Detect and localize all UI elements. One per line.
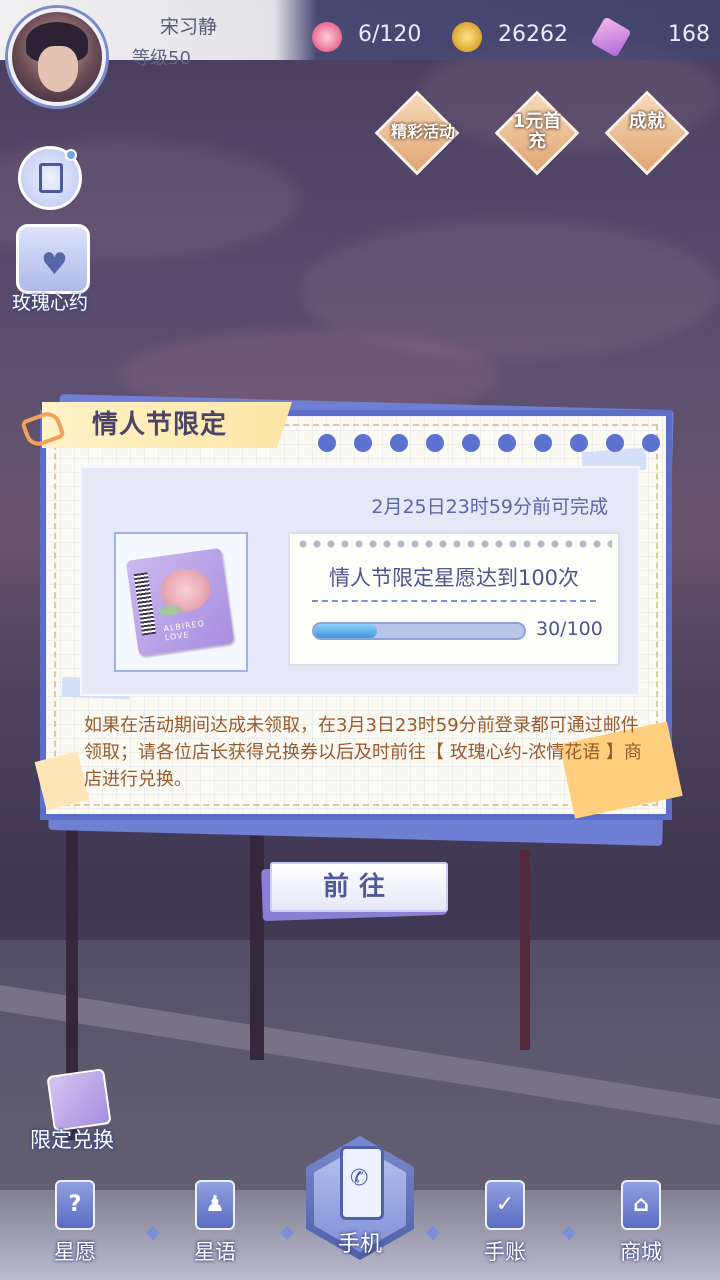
stamina-cake-icon[interactable] — [312, 22, 342, 52]
stamina-count: 6/120 — [358, 22, 422, 47]
nav-notebook-label: 手账 — [484, 1240, 526, 1264]
nav-wish[interactable]: ? 星愿 — [30, 1180, 120, 1280]
achievement-button[interactable]: 成就 — [604, 90, 690, 176]
calendar-check-icon: ✓ — [485, 1180, 525, 1230]
task-progress-fill — [314, 624, 377, 638]
rose-contract-button[interactable]: ♥ — [16, 224, 90, 294]
swan-icon — [604, 90, 690, 176]
portrait-cards-icon: ♟ — [195, 1180, 235, 1230]
player-avatar[interactable] — [8, 8, 106, 106]
limited-exchange-icon[interactable] — [46, 1068, 112, 1132]
dialog-note: 如果在活动期间达成未领取，在3月3日23时59分前登录都可通过邮件领取；请各位店… — [84, 715, 642, 790]
nav-phone-label: 手机 — [337, 1232, 382, 1257]
task-progress-text: 30/100 — [536, 618, 603, 640]
task-progress-bar — [312, 622, 526, 640]
nav-star-words-label: 星语 — [194, 1240, 236, 1264]
player-level: 等级50 — [132, 48, 191, 69]
notification-dot — [65, 149, 77, 161]
task-list-button[interactable] — [18, 146, 82, 210]
nav-shop-label: 商城 — [620, 1240, 662, 1264]
event-label: 精彩活动 — [390, 122, 455, 141]
task-box: 情人节限定星愿达到100次 30/100 — [288, 532, 620, 666]
first-recharge-label: 1元首充 — [512, 111, 562, 152]
first-recharge-button[interactable]: 1元首充 — [494, 90, 580, 176]
diamond-count: 168 — [668, 22, 710, 47]
limited-exchange-label[interactable]: 限定兑换 — [30, 1124, 114, 1154]
reward-card-frame[interactable]: ALBIREO LOVE — [114, 532, 248, 672]
go-button[interactable]: 前往 — [270, 862, 448, 912]
gold-count: 26262 — [498, 22, 568, 47]
heart-icon: ♥ — [41, 247, 68, 282]
rose-ticket-icon: ALBIREO LOVE — [125, 547, 235, 657]
dialog-title-tag: 情人节限定 — [42, 402, 292, 448]
shopping-bag-icon: ⌂ — [621, 1180, 661, 1230]
clipboard-icon — [39, 163, 63, 193]
dialog-title: 情人节限定 — [92, 410, 228, 440]
deadline-text: 2月25日23时59分前可完成 — [371, 496, 608, 518]
task-panel: 2月25日23时59分前可完成 ALBIREO LOVE 情人节限定星愿达到10… — [80, 466, 640, 696]
gold-coin-icon[interactable] — [452, 22, 482, 52]
nav-star-words[interactable]: ♟ 星语 — [170, 1180, 260, 1280]
event-button[interactable]: 精彩活动 — [374, 90, 460, 176]
task-name: 情人节限定星愿达到100次 — [328, 566, 580, 590]
achievement-label: 成就 — [629, 111, 665, 132]
call-icon: ✆ — [350, 1166, 369, 1191]
ticket-text: ALBIREO LOVE — [162, 618, 206, 643]
nav-shop[interactable]: ⌂ 商城 — [596, 1180, 686, 1280]
nav-notebook[interactable]: ✓ 手账 — [460, 1180, 550, 1280]
player-name: 宋习静 — [160, 16, 218, 38]
question-card-icon: ? — [55, 1180, 95, 1230]
event-dialog: 情人节限定 2月25日23时59分前可完成 ALBIREO LOVE 情人节限定… — [20, 402, 683, 820]
nav-wish-label: 星愿 — [54, 1240, 96, 1264]
rose-contract-label: 玫瑰心约 — [12, 292, 89, 314]
